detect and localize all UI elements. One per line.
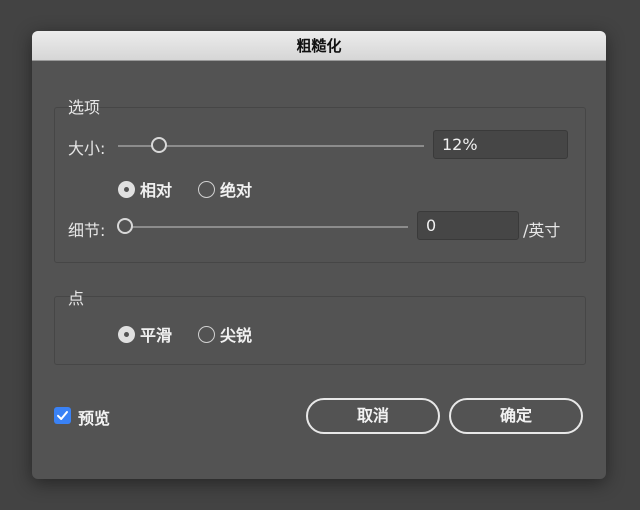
checkmark-icon xyxy=(57,411,68,420)
detail-unit: /英寸 xyxy=(523,221,561,240)
radio-relative-dot[interactable] xyxy=(118,180,135,198)
size-slider-thumb[interactable] xyxy=(151,137,167,153)
radio-relative[interactable]: 相对 xyxy=(118,177,172,201)
radio-smooth[interactable]: 平滑 xyxy=(118,322,172,346)
preview-label: 预览 xyxy=(78,409,111,428)
radio-absolute[interactable]: 绝对 xyxy=(198,177,252,201)
points-group-title: 点 xyxy=(68,289,85,308)
radio-sharp[interactable]: 尖锐 xyxy=(198,322,252,346)
ok-button[interactable]: 确定 xyxy=(449,398,583,434)
detail-label: 细节: xyxy=(68,221,106,240)
radio-sharp-dot[interactable] xyxy=(198,325,215,343)
detail-slider-track[interactable] xyxy=(118,226,408,228)
radio-smooth-dot[interactable] xyxy=(118,325,135,343)
options-group-title: 选项 xyxy=(68,98,101,117)
cancel-button[interactable]: 取消 xyxy=(306,398,440,434)
dialog-title: 粗糙化 xyxy=(32,31,606,61)
detail-slider-thumb[interactable] xyxy=(117,218,133,234)
roughen-dialog: 粗糙化 选项 大小: 12% 相对 绝对 细节: 0 /英寸 点 平滑 尖锐 预… xyxy=(32,31,606,479)
size-input[interactable]: 12% xyxy=(433,130,568,159)
radio-absolute-label: 绝对 xyxy=(220,181,253,200)
preview-checkbox[interactable] xyxy=(54,407,71,424)
radio-smooth-label: 平滑 xyxy=(140,326,173,345)
radio-absolute-dot[interactable] xyxy=(198,180,215,198)
radio-sharp-label: 尖锐 xyxy=(220,326,253,345)
detail-input[interactable]: 0 xyxy=(417,211,519,240)
size-label: 大小: xyxy=(68,139,106,158)
radio-relative-label: 相对 xyxy=(140,181,173,200)
